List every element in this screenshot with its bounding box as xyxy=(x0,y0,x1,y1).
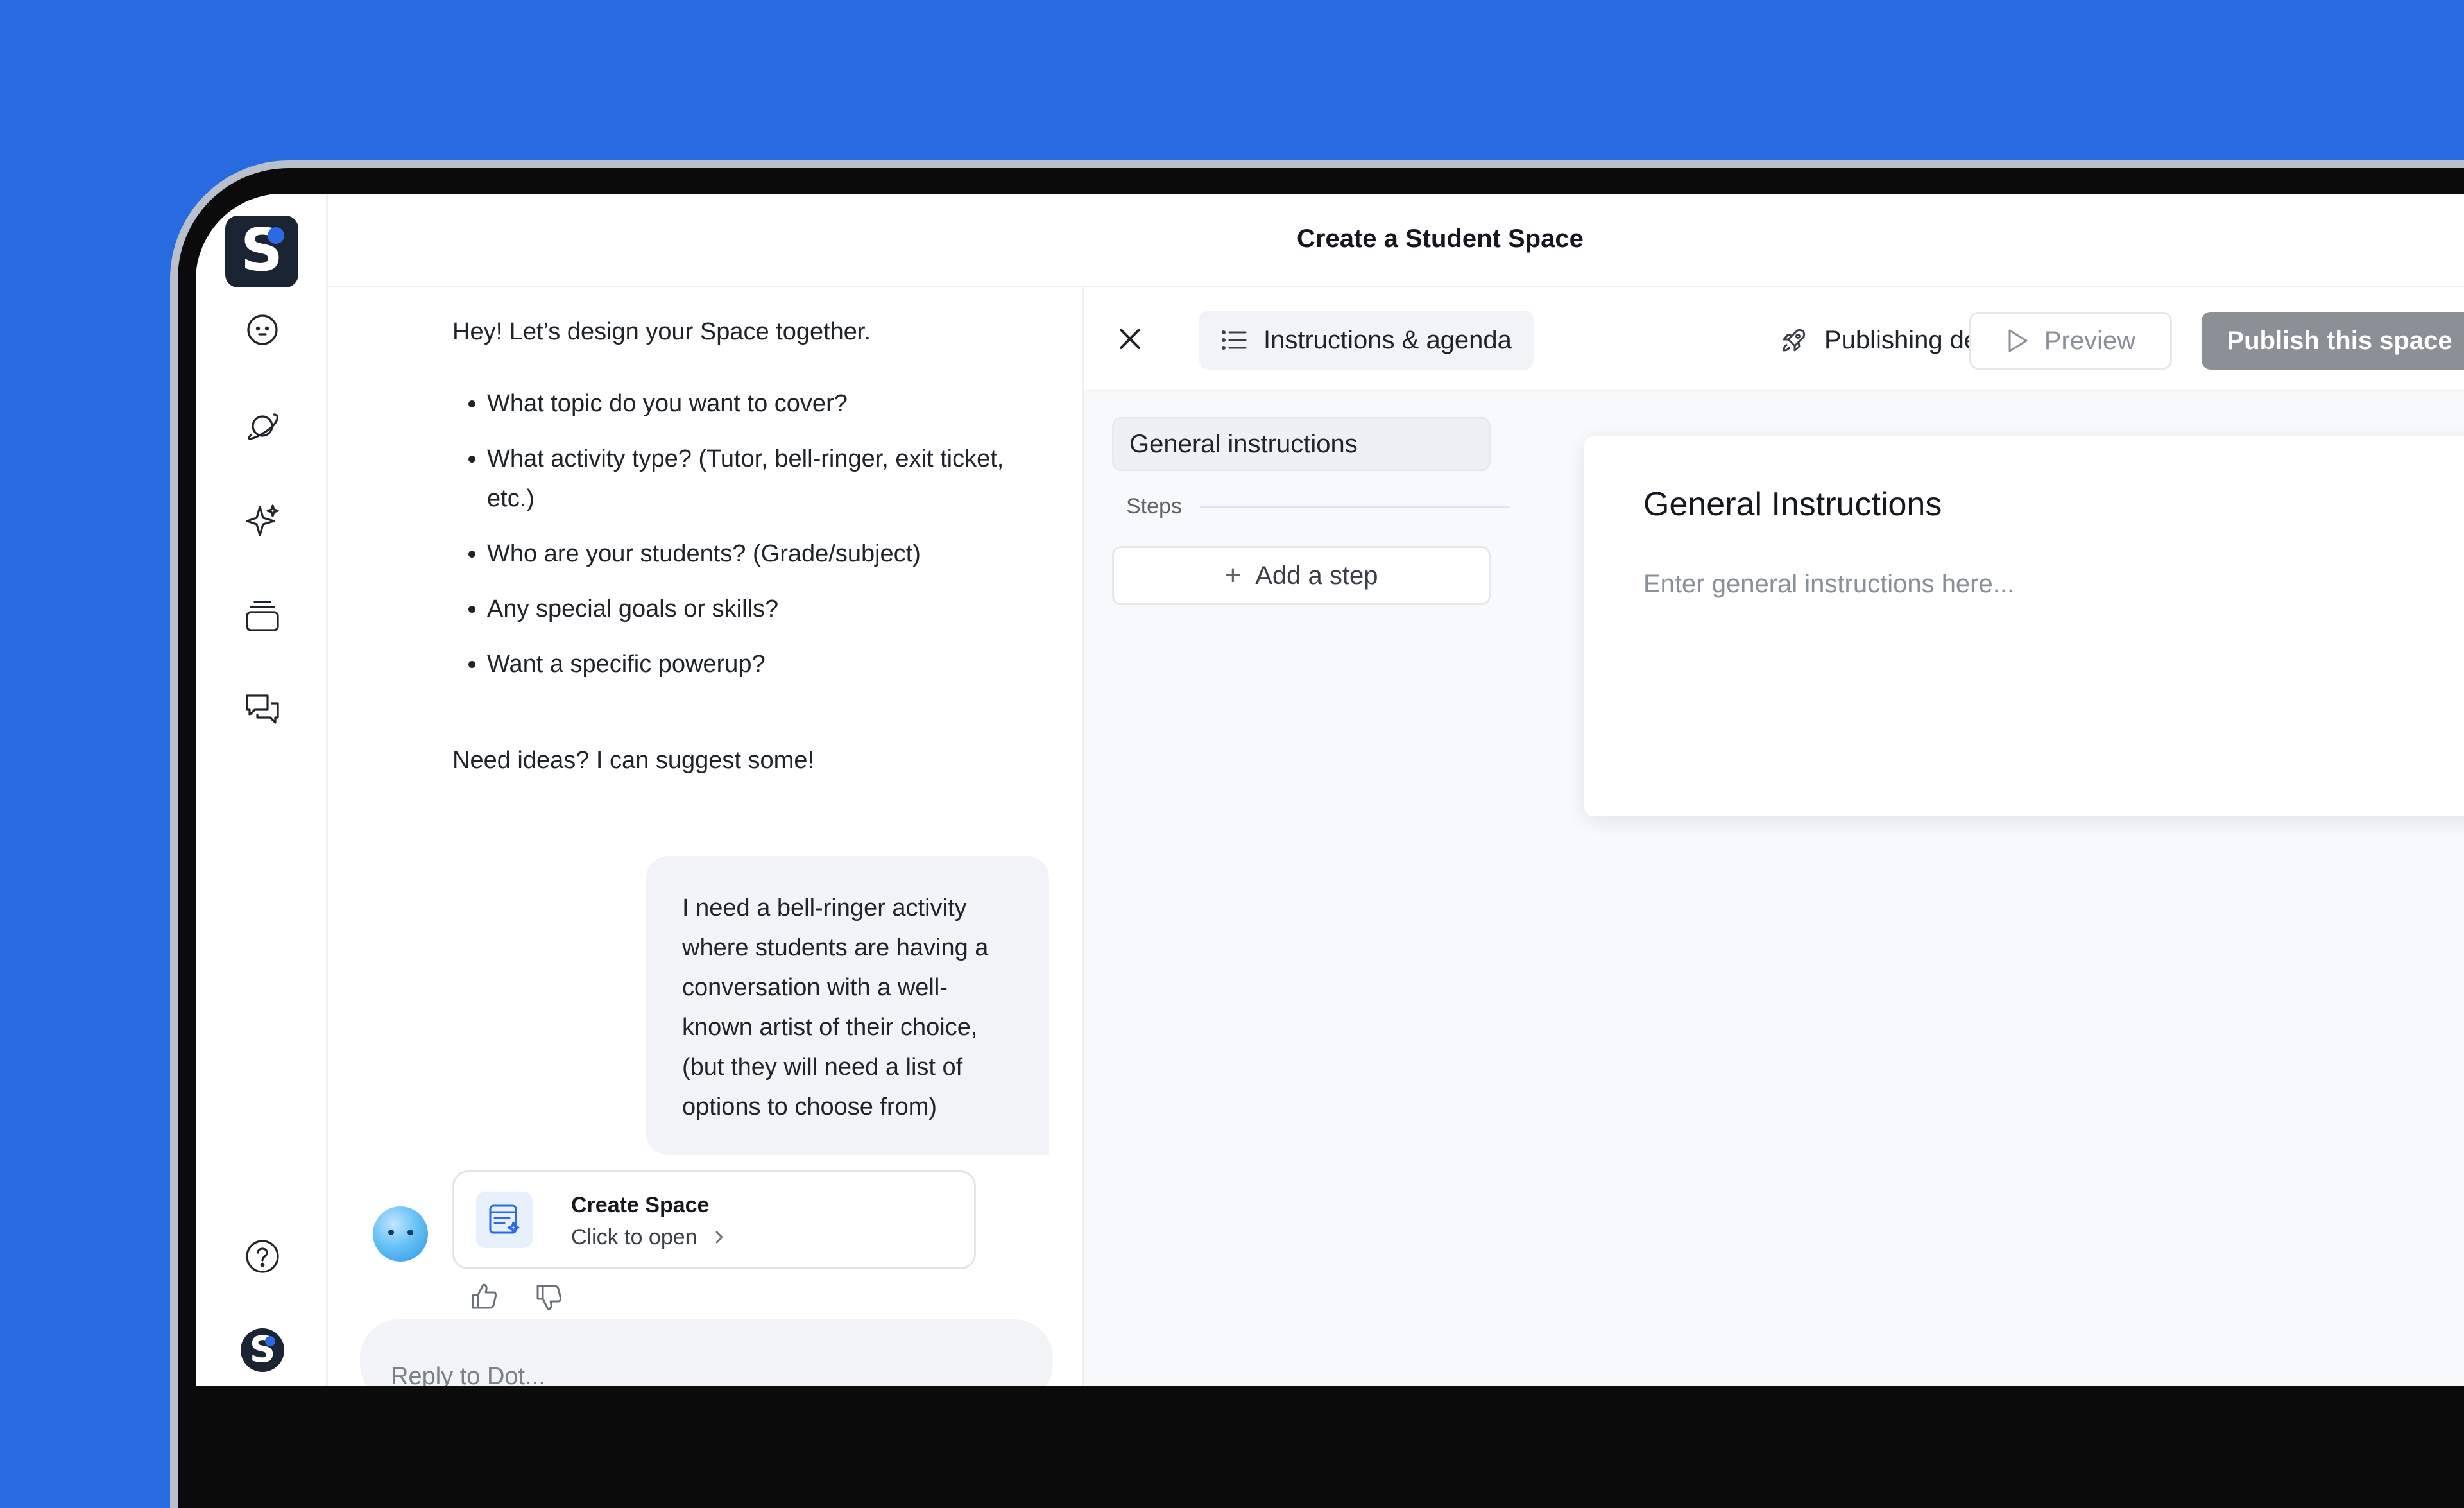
chevron-right-icon xyxy=(712,1226,726,1251)
card-subtitle-text: Click to open xyxy=(571,1225,697,1249)
card-subtitle: Click to open xyxy=(571,1225,726,1251)
list-item: What topic do you want to cover? xyxy=(487,384,1026,424)
steps-label: Steps xyxy=(1126,494,1182,518)
preview-label: Preview xyxy=(2044,326,2136,355)
thumbs-up-icon[interactable] xyxy=(468,1281,500,1313)
space-editor-pane: Instructions & agenda Publishing details… xyxy=(1084,287,2464,1386)
tab-instructions-agenda[interactable]: Instructions & agenda xyxy=(1199,311,1534,370)
logo-dot-icon xyxy=(268,227,284,244)
list-icon xyxy=(1222,330,1247,350)
tab-label: Instructions & agenda xyxy=(1263,325,1512,354)
instructions-sidebar: General instructions Steps + Add a step xyxy=(1112,417,1510,605)
planet-icon[interactable] xyxy=(242,406,283,447)
page-title: Create a Student Space xyxy=(1297,225,1584,253)
close-button[interactable] xyxy=(1112,321,1148,357)
sparkle-icon[interactable] xyxy=(242,501,283,542)
preview-button[interactable]: Preview xyxy=(1969,312,2172,370)
general-instructions-item[interactable]: General instructions xyxy=(1112,417,1491,471)
bot-question-list: What topic do you want to cover? What ac… xyxy=(452,384,1026,699)
chat-pane: Hey! Let’s design your Space together. W… xyxy=(328,287,1084,1386)
list-item: Want a specific powerup? xyxy=(487,644,1026,684)
stack-icon[interactable] xyxy=(242,595,283,637)
chat-bubbles-icon[interactable] xyxy=(242,689,283,730)
doc-title: General Instructions xyxy=(1643,486,1942,523)
top-header: Create a Student Space xyxy=(328,194,2464,287)
avatar-dot-icon xyxy=(265,1336,275,1346)
add-step-button[interactable]: + Add a step xyxy=(1112,546,1491,605)
bot-avatar xyxy=(373,1206,428,1262)
list-item: Any special goals or skills? xyxy=(487,589,1026,629)
app-window: S S Create a Student Space Hey! Let’s de… xyxy=(196,194,2464,1386)
close-icon xyxy=(1120,329,1140,349)
divider xyxy=(1199,505,1510,508)
help-icon[interactable] xyxy=(242,1236,283,1277)
rocket-icon xyxy=(1783,329,1805,352)
list-item: What activity type? (Tutor, bell-ringer,… xyxy=(487,439,1026,518)
reply-input[interactable] xyxy=(360,1319,1053,1386)
user-message-bubble: I need a bell-ringer activity where stud… xyxy=(646,856,1049,1155)
left-rail: S S xyxy=(196,194,328,1386)
create-space-card[interactable]: Create Space Click to open xyxy=(452,1170,976,1269)
app-logo[interactable]: S xyxy=(225,216,298,287)
smiley-face-icon[interactable] xyxy=(242,309,283,350)
steps-section: Steps xyxy=(1112,494,1510,519)
editor-toolbar: Instructions & agenda Publishing details… xyxy=(1084,287,2464,391)
bot-ideas-text: Need ideas? I can suggest some! xyxy=(452,747,815,774)
card-title: Create Space xyxy=(571,1193,710,1217)
thumbs-down-icon[interactable] xyxy=(533,1281,565,1313)
space-document-icon xyxy=(476,1192,533,1248)
general-instructions-card: General Instructions xyxy=(1584,436,2464,816)
list-item: Who are your students? (Grade/subject) xyxy=(487,534,1026,574)
general-instructions-input[interactable] xyxy=(1643,565,2413,603)
play-icon xyxy=(2008,329,2028,352)
message-feedback xyxy=(468,1281,590,1319)
add-step-label: Add a step xyxy=(1255,561,1378,590)
bot-eye-icon xyxy=(388,1230,394,1235)
plus-icon: + xyxy=(1224,560,1242,591)
bot-eye-icon xyxy=(407,1230,413,1235)
publish-button[interactable]: Publish this space xyxy=(2202,312,2464,370)
bot-intro-text: Hey! Let’s design your Space together. xyxy=(452,318,871,345)
user-avatar[interactable]: S xyxy=(241,1328,284,1372)
